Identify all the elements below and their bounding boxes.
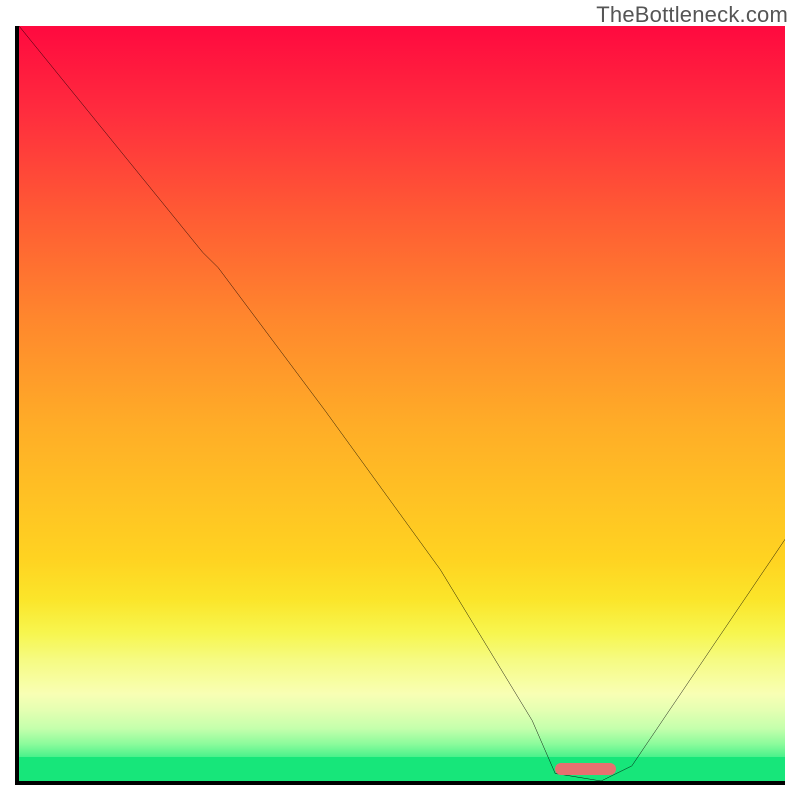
chart-plot-area	[15, 26, 785, 785]
watermark-text: TheBottleneck.com	[596, 2, 788, 28]
bottleneck-curve	[19, 26, 785, 781]
optimal-marker	[555, 763, 616, 775]
